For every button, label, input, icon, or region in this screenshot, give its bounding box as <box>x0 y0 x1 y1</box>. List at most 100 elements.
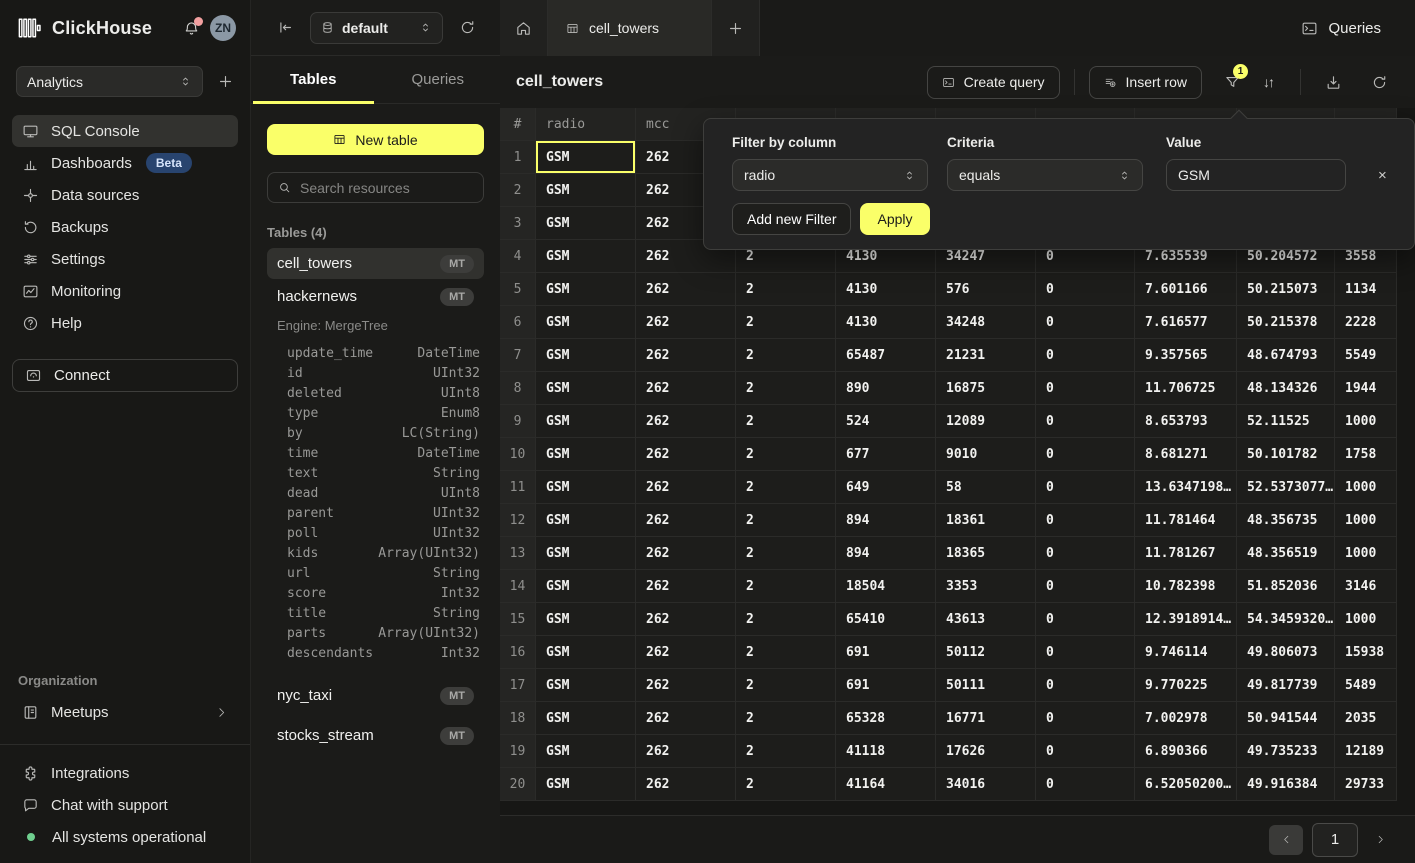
collapse-panel-icon[interactable] <box>277 19 294 36</box>
table-cell[interactable]: 34016 <box>936 768 1036 801</box>
sidebar-item-dashboards[interactable]: DashboardsBeta <box>12 147 238 179</box>
table-cell[interactable]: 262 <box>636 636 736 669</box>
table-cell[interactable]: 262 <box>636 438 736 471</box>
table-cell[interactable]: 1134 <box>1335 273 1397 306</box>
table-cell[interactable]: GSM <box>536 306 636 339</box>
sidebar-footer-item-chat-with-support[interactable]: Chat with support <box>12 789 238 821</box>
table-cell[interactable]: 5489 <box>1335 669 1397 702</box>
table-cell[interactable]: 0 <box>1036 735 1135 768</box>
table-cell[interactable]: 0 <box>1036 603 1135 636</box>
table-cell[interactable]: 262 <box>636 570 736 603</box>
table-cell[interactable]: 2 <box>736 669 836 702</box>
table-cell[interactable]: 29733 <box>1335 768 1397 801</box>
table-cell[interactable]: 1944 <box>1335 372 1397 405</box>
filter-value-input[interactable] <box>1166 159 1346 191</box>
table-cell[interactable]: 52.11525 <box>1237 405 1335 438</box>
table-cell[interactable]: 41164 <box>836 768 936 801</box>
sidebar-item-backups[interactable]: Backups <box>12 211 238 243</box>
table-cell[interactable]: 262 <box>636 669 736 702</box>
table-cell[interactable]: 3146 <box>1335 570 1397 603</box>
apply-filter-button[interactable]: Apply <box>860 203 929 235</box>
table-cell[interactable]: 18361 <box>936 504 1036 537</box>
table-cell[interactable]: GSM <box>536 372 636 405</box>
table-cell[interactable]: 4130 <box>836 273 936 306</box>
table-cell[interactable]: GSM <box>536 174 636 207</box>
table-cell[interactable]: 4130 <box>836 306 936 339</box>
table-cell[interactable]: 2 <box>736 768 836 801</box>
table-cell[interactable]: 50112 <box>936 636 1036 669</box>
table-cell[interactable]: 8.653793 <box>1135 405 1237 438</box>
table-item-stocks-stream[interactable]: stocks_streamMT <box>267 720 484 751</box>
table-cell[interactable]: 0 <box>1036 471 1135 504</box>
table-cell[interactable]: 41118 <box>836 735 936 768</box>
table-cell[interactable]: GSM <box>536 702 636 735</box>
table-cell[interactable]: 49.817739 <box>1237 669 1335 702</box>
table-cell[interactable]: 262 <box>636 735 736 768</box>
table-cell[interactable]: 2 <box>736 306 836 339</box>
table-cell[interactable]: 5549 <box>1335 339 1397 372</box>
table-cell[interactable]: 18365 <box>936 537 1036 570</box>
filter-criteria-select[interactable]: equals <box>947 159 1143 191</box>
table-cell[interactable]: GSM <box>536 603 636 636</box>
table-cell[interactable]: 49.735233 <box>1237 735 1335 768</box>
refresh-tables-icon[interactable] <box>459 19 476 36</box>
table-cell[interactable]: 11.781464 <box>1135 504 1237 537</box>
sidebar-item-monitoring[interactable]: Monitoring <box>12 275 238 307</box>
new-tab-button[interactable] <box>712 0 760 56</box>
table-cell[interactable]: 43613 <box>936 603 1036 636</box>
add-workspace-button[interactable] <box>217 73 234 90</box>
column-header[interactable]: radio <box>536 108 636 141</box>
table-cell[interactable]: GSM <box>536 339 636 372</box>
table-cell[interactable]: 49.806073 <box>1237 636 1335 669</box>
table-cell[interactable]: 262 <box>636 537 736 570</box>
table-cell[interactable]: 2 <box>736 603 836 636</box>
table-cell[interactable]: 262 <box>636 702 736 735</box>
table-cell[interactable]: GSM <box>536 141 636 174</box>
table-cell[interactable]: 0 <box>1036 504 1135 537</box>
table-cell[interactable]: 576 <box>936 273 1036 306</box>
table-cell[interactable]: 262 <box>636 273 736 306</box>
table-cell[interactable]: 691 <box>836 636 936 669</box>
table-cell[interactable]: 48.674793 <box>1237 339 1335 372</box>
panel-tab-queries[interactable]: Queries <box>376 56 501 103</box>
table-cell[interactable]: 1000 <box>1335 504 1397 537</box>
table-cell[interactable]: GSM <box>536 570 636 603</box>
table-cell[interactable]: 17626 <box>936 735 1036 768</box>
table-cell[interactable]: 6.890366 <box>1135 735 1237 768</box>
table-cell[interactable]: 2 <box>736 702 836 735</box>
table-cell[interactable]: GSM <box>536 636 636 669</box>
table-cell[interactable]: 2 <box>736 405 836 438</box>
table-item-hackernews[interactable]: hackernewsMT <box>267 281 484 312</box>
table-cell[interactable]: 10.782398 <box>1135 570 1237 603</box>
table-cell[interactable]: 12.3918914… <box>1135 603 1237 636</box>
table-cell[interactable]: 2 <box>736 504 836 537</box>
filter-column-select[interactable]: radio <box>732 159 928 191</box>
table-cell[interactable]: 1000 <box>1335 405 1397 438</box>
search-input[interactable] <box>300 180 473 196</box>
search-box[interactable] <box>267 172 484 203</box>
table-cell[interactable]: 1000 <box>1335 603 1397 636</box>
table-cell[interactable]: GSM <box>536 438 636 471</box>
table-cell[interactable]: 58 <box>936 471 1036 504</box>
sidebar-item-help[interactable]: Help <box>12 307 238 339</box>
refresh-button[interactable] <box>1361 66 1397 99</box>
table-cell[interactable]: 262 <box>636 306 736 339</box>
queries-button[interactable]: Queries <box>1301 0 1381 56</box>
connect-button[interactable]: Connect <box>12 359 238 392</box>
table-cell[interactable]: 15938 <box>1335 636 1397 669</box>
filter-button[interactable]: 1 <box>1214 66 1250 99</box>
notifications-bell-icon[interactable] <box>183 20 200 37</box>
table-cell[interactable]: 2 <box>736 372 836 405</box>
tab-cell-towers[interactable]: cell_towers <box>548 0 712 56</box>
sidebar-item-sql-console[interactable]: SQL Console <box>12 115 238 147</box>
table-cell[interactable]: 262 <box>636 372 736 405</box>
table-cell[interactable]: 2 <box>736 339 836 372</box>
table-cell[interactable]: 1000 <box>1335 537 1397 570</box>
table-cell[interactable]: 7.616577 <box>1135 306 1237 339</box>
table-cell[interactable]: 18504 <box>836 570 936 603</box>
table-cell[interactable]: GSM <box>536 735 636 768</box>
table-cell[interactable]: 0 <box>1036 273 1135 306</box>
table-cell[interactable]: 16771 <box>936 702 1036 735</box>
table-cell[interactable]: 51.852036 <box>1237 570 1335 603</box>
table-cell[interactable]: 262 <box>636 471 736 504</box>
